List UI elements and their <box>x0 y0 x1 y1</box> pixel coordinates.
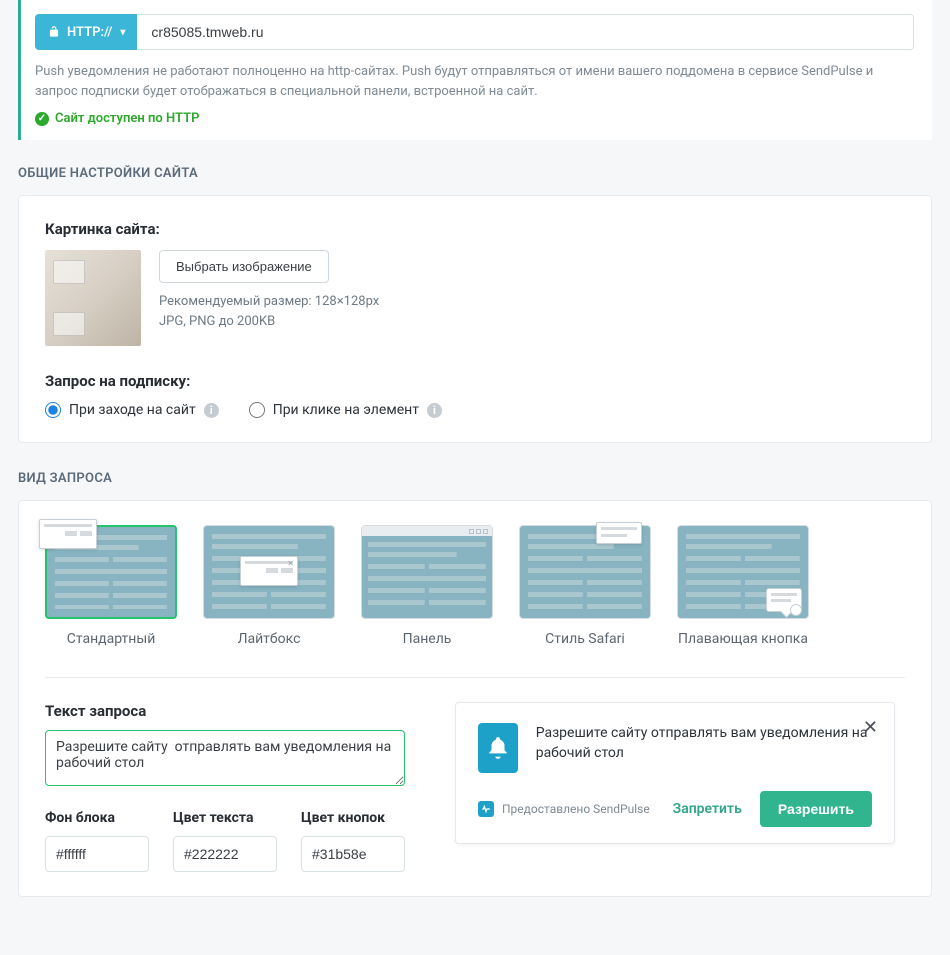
section-header-view: ВИД ЗАПРОСА <box>18 471 932 486</box>
variant-preview-circle <box>790 604 802 616</box>
button-color-label: Цвет кнопок <box>301 810 405 826</box>
http-status: ✓ Сайт доступен по HTTP <box>35 111 914 126</box>
image-recommended-size: Рекомендуемый размер: 128×128px <box>159 293 379 311</box>
deny-button[interactable]: Запретить <box>673 801 742 817</box>
variant-safari[interactable]: Стиль Safari <box>519 525 651 647</box>
radio-on-element-click-label: При клике на элемент <box>273 402 419 418</box>
block-bg-label: Фон блока <box>45 810 149 826</box>
text-color-input[interactable] <box>173 836 277 872</box>
radio-on-page-load-label: При заходе на сайт <box>69 402 196 418</box>
request-text-label: Текст запроса <box>45 702 405 720</box>
site-image-thumbnail[interactable] <box>45 250 141 346</box>
allow-button[interactable]: Разрешить <box>760 791 872 827</box>
unlock-icon <box>47 25 61 39</box>
info-icon[interactable]: i <box>427 403 442 418</box>
variant-standard[interactable]: Стандартный <box>45 525 177 647</box>
choose-image-button[interactable]: Выбрать изображение <box>159 250 329 283</box>
variant-preview-popup <box>596 522 642 544</box>
http-badge-label: HTTP:// <box>67 25 112 40</box>
variant-panel-label: Панель <box>361 631 493 647</box>
close-icon: ✕ <box>287 559 294 568</box>
view-variants: Стандартный ✕ Лайтбокс <box>45 525 905 647</box>
section-header-general: ОБЩИЕ НАСТРОЙКИ САЙТА <box>18 166 932 181</box>
variant-preview-bg <box>528 534 642 610</box>
http-protocol-selector[interactable]: HTTP:// ▾ <box>35 14 137 50</box>
info-icon[interactable]: i <box>204 403 219 418</box>
variant-safari-label: Стиль Safari <box>519 631 651 647</box>
variant-panel[interactable]: Панель <box>361 525 493 647</box>
sendpulse-icon <box>478 801 494 817</box>
site-image-heading: Картинка сайта: <box>45 220 905 238</box>
variant-lightbox-label: Лайтбокс <box>203 631 335 647</box>
http-status-label: Сайт доступен по HTTP <box>55 111 199 126</box>
provided-by: Предоставлено SendPulse <box>478 801 650 817</box>
radio-on-page-load[interactable]: При заходе на сайт i <box>45 402 219 418</box>
variant-floating-label: Плавающая кнопка <box>677 631 809 647</box>
radio-on-page-load-input[interactable] <box>45 402 61 418</box>
http-banner: HTTP:// ▾ Push уведомления не работают п… <box>18 0 932 140</box>
site-url-input[interactable] <box>137 14 914 50</box>
notification-preview-text: Разрешите сайту отправлять вам уведомлен… <box>536 723 872 764</box>
variant-preview-popup <box>39 519 97 549</box>
variant-standard-label: Стандартный <box>45 631 177 647</box>
radio-on-element-click-input[interactable] <box>249 402 265 418</box>
http-warning-text: Push уведомления не работают полноценно … <box>35 62 914 101</box>
variant-floating-button[interactable]: Плавающая кнопка <box>677 525 809 647</box>
button-color-input[interactable] <box>301 836 405 872</box>
variant-preview-popup: ✕ <box>240 556 298 586</box>
subscribe-request-heading: Запрос на подписку: <box>45 372 905 390</box>
bell-icon <box>478 723 518 773</box>
notification-preview: ✕ Разрешите сайту отправлять вам уведомл… <box>455 702 895 844</box>
radio-on-element-click[interactable]: При клике на элемент i <box>249 402 442 418</box>
provided-by-label: Предоставлено SendPulse <box>502 802 650 816</box>
text-color-label: Цвет текста <box>173 810 277 826</box>
caret-down-icon: ▾ <box>120 27 125 38</box>
image-allowed-filetypes: JPG, PNG до 200KB <box>159 313 379 331</box>
view-settings-card: Стандартный ✕ Лайтбокс <box>18 500 932 897</box>
general-settings-card: Картинка сайта: Выбрать изображение Реко… <box>18 195 932 443</box>
check-circle-icon: ✓ <box>35 112 49 126</box>
request-text-input[interactable] <box>45 730 405 786</box>
variant-lightbox[interactable]: ✕ Лайтбокс <box>203 525 335 647</box>
variant-preview-panel <box>362 526 492 618</box>
close-icon[interactable]: ✕ <box>863 717 878 738</box>
block-bg-input[interactable] <box>45 836 149 872</box>
